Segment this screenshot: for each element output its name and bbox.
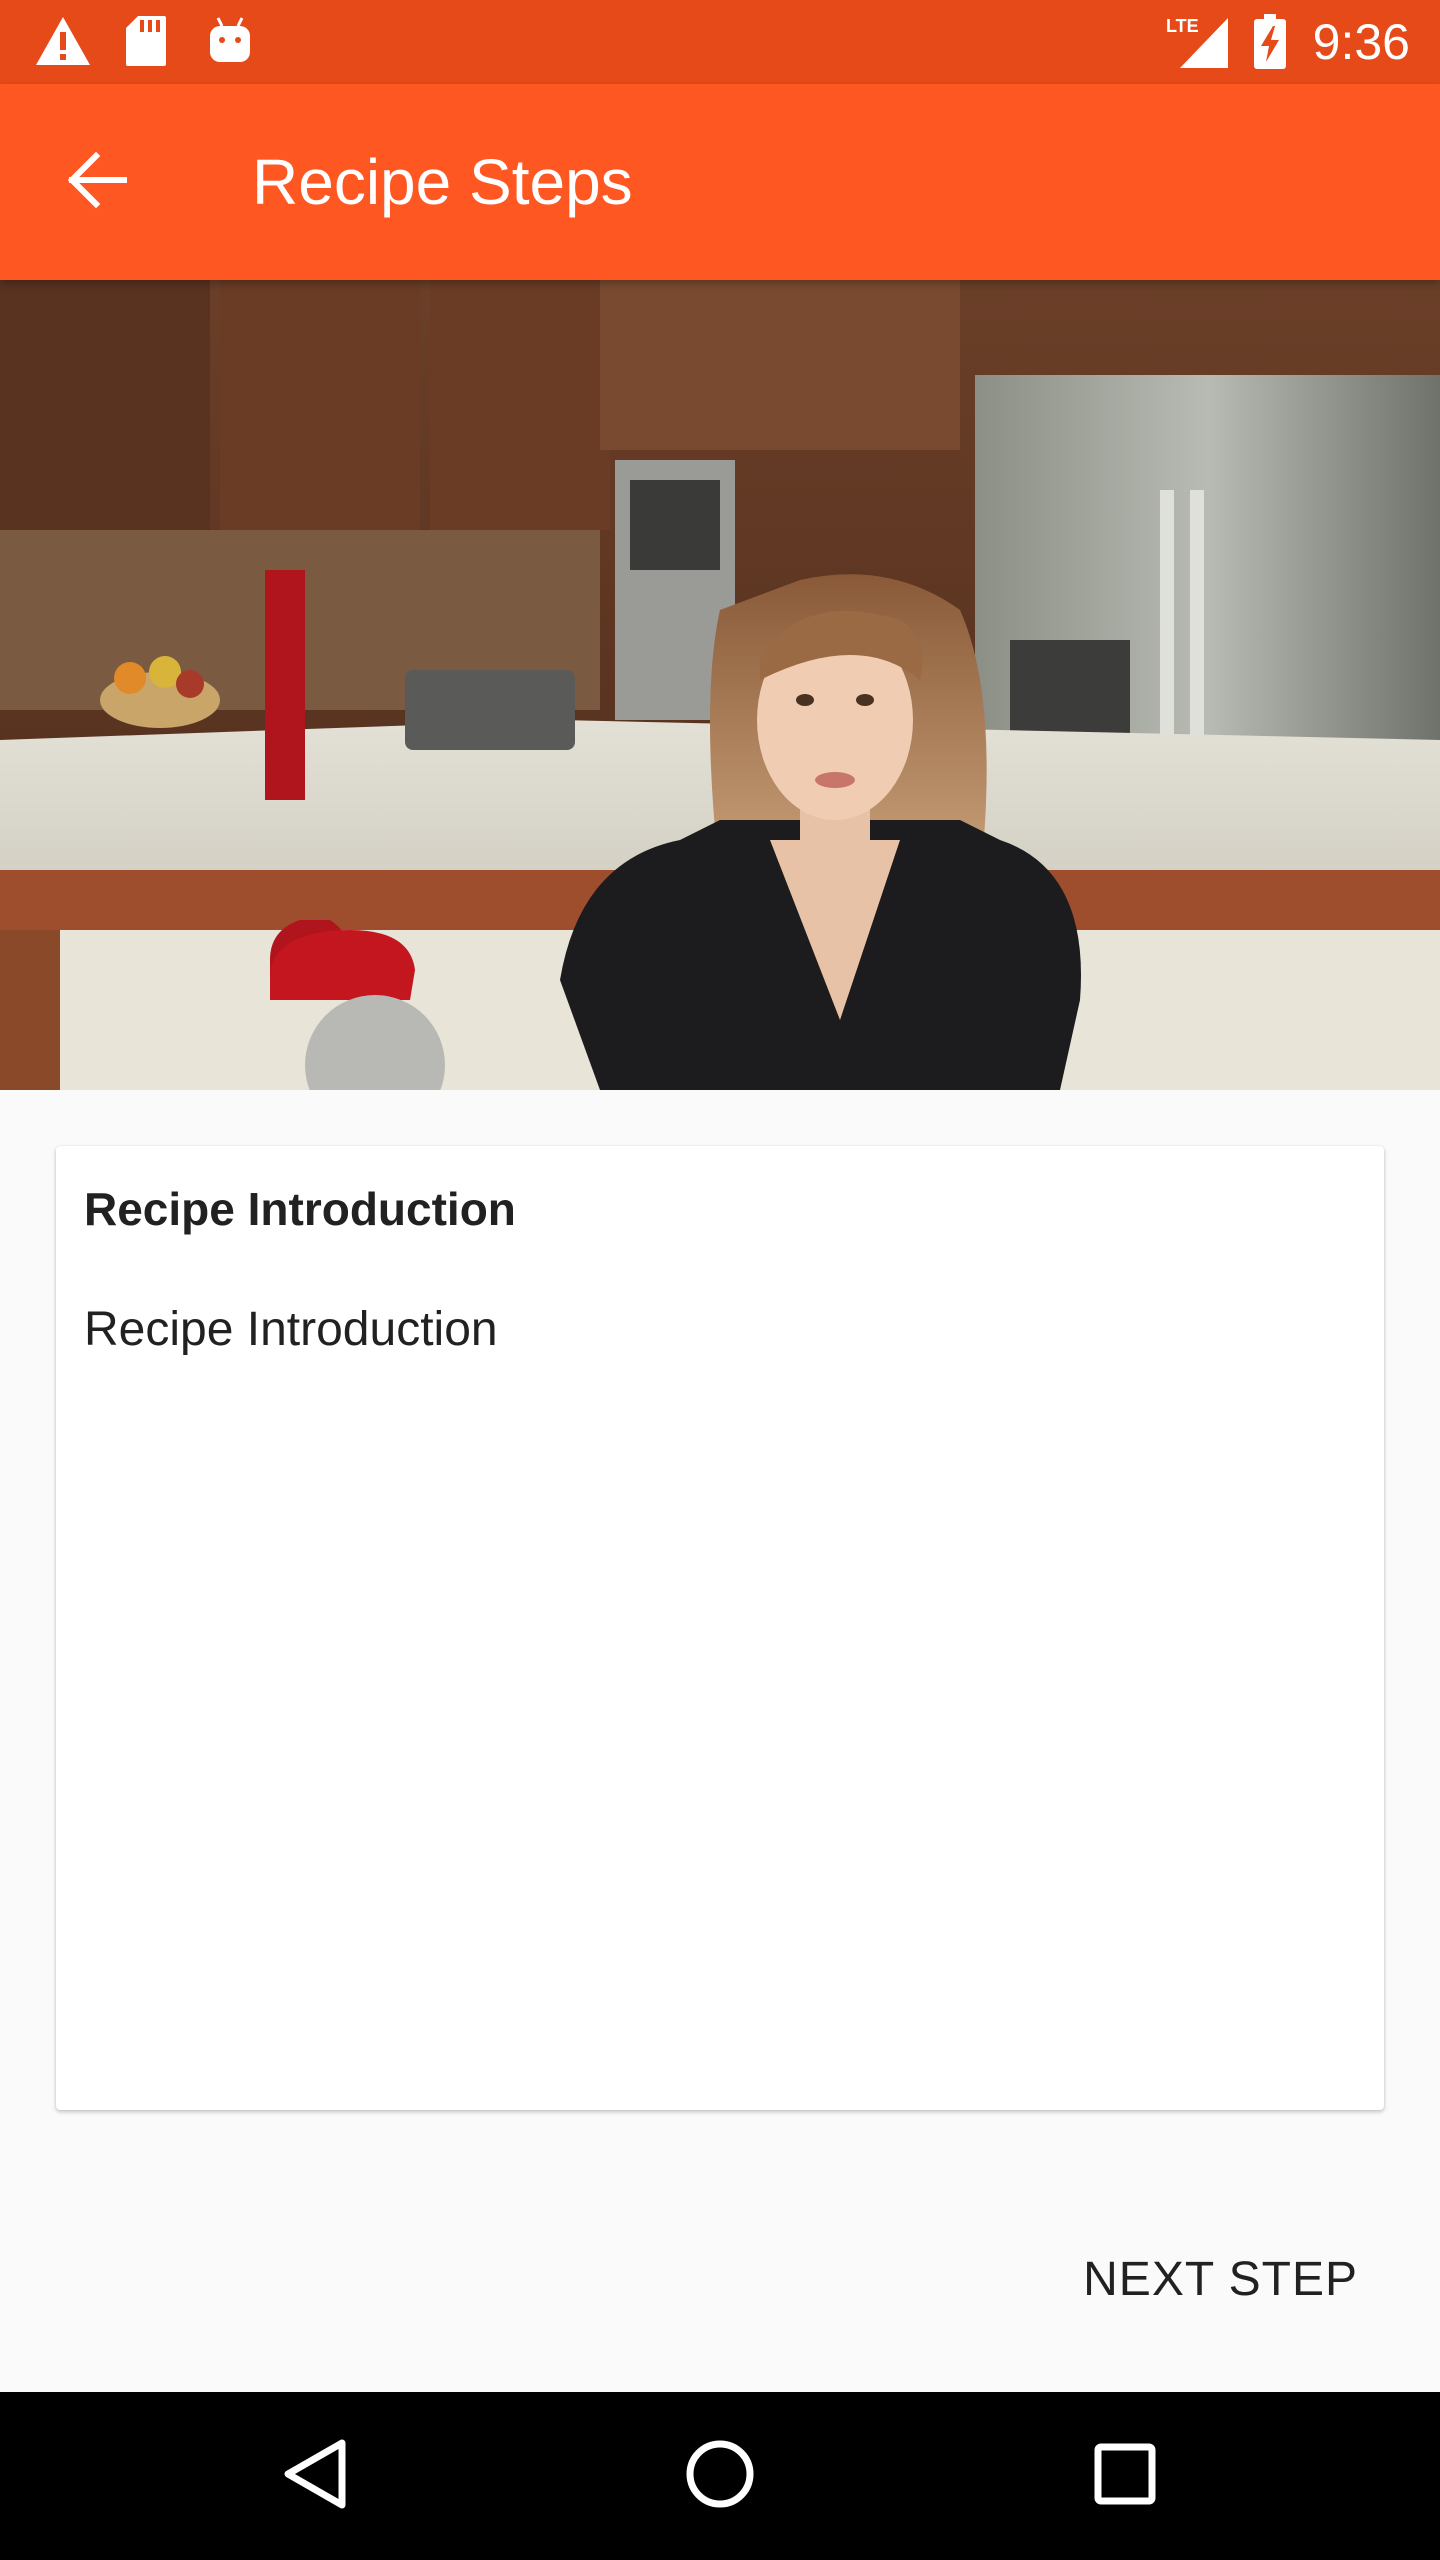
step-short-description: Recipe Introduction	[84, 1183, 516, 1235]
android-debug-icon	[206, 14, 254, 73]
signal-icon: LTE	[1166, 14, 1230, 75]
app-bar: Recipe Steps	[0, 84, 1440, 280]
recents-square-icon	[1093, 2442, 1157, 2511]
video-player[interactable]	[0, 280, 1440, 1090]
status-bar: LTE 9:36	[0, 0, 1440, 84]
navigation-bar	[0, 2392, 1440, 2560]
network-type-label: LTE	[1166, 16, 1199, 36]
back-triangle-icon	[280, 2437, 350, 2516]
nav-home-button[interactable]	[670, 2426, 770, 2526]
nav-recents-button[interactable]	[1075, 2426, 1175, 2526]
back-button[interactable]	[50, 142, 146, 222]
sd-card-icon	[124, 14, 168, 73]
arrow-back-icon	[66, 148, 130, 217]
page-title: Recipe Steps	[252, 146, 633, 218]
video-frame	[0, 280, 1440, 1090]
step-description: Recipe Introduction	[84, 1303, 498, 1356]
next-step-button[interactable]: NEXT STEP	[1073, 2240, 1368, 2320]
step-card: Recipe Introduction Recipe Introduction	[56, 1146, 1384, 2110]
clock: 9:36	[1312, 14, 1410, 70]
nav-back-button[interactable]	[265, 2426, 365, 2526]
battery-charging-icon	[1252, 14, 1288, 75]
home-circle-icon	[684, 2438, 756, 2515]
warning-icon	[34, 14, 92, 73]
